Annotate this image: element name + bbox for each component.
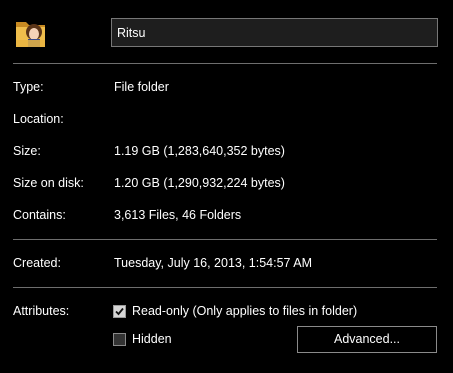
size-label: Size: bbox=[13, 144, 41, 158]
folder-name-input[interactable] bbox=[111, 18, 438, 47]
attributes-label: Attributes: bbox=[13, 304, 70, 318]
hidden-label[interactable]: Hidden bbox=[132, 332, 172, 346]
contains-value: 3,613 Files, 46 Folders bbox=[114, 208, 242, 222]
read-only-checkbox[interactable] bbox=[113, 305, 126, 318]
created-value: Tuesday, July 16, 2013, 1:54:57 AM bbox=[114, 256, 313, 270]
size-on-disk-value: 1.20 GB (1,290,932,224 bytes) bbox=[114, 176, 285, 190]
location-label: Location: bbox=[13, 112, 64, 126]
advanced-button[interactable]: Advanced... bbox=[297, 326, 437, 353]
type-label: Type: bbox=[13, 80, 44, 94]
contains-label: Contains: bbox=[13, 208, 66, 222]
read-only-label[interactable]: Read-only (Only applies to files in fold… bbox=[132, 304, 357, 318]
separator bbox=[13, 239, 437, 240]
type-value: File folder bbox=[114, 80, 169, 94]
separator bbox=[13, 63, 437, 64]
hidden-checkbox[interactable] bbox=[113, 333, 126, 346]
created-label: Created: bbox=[13, 256, 61, 270]
checkmark-icon bbox=[115, 307, 124, 316]
size-on-disk-label: Size on disk: bbox=[13, 176, 84, 190]
folder-with-avatar-icon bbox=[14, 14, 48, 50]
separator bbox=[13, 287, 437, 288]
size-value: 1.19 GB (1,283,640,352 bytes) bbox=[114, 144, 285, 158]
